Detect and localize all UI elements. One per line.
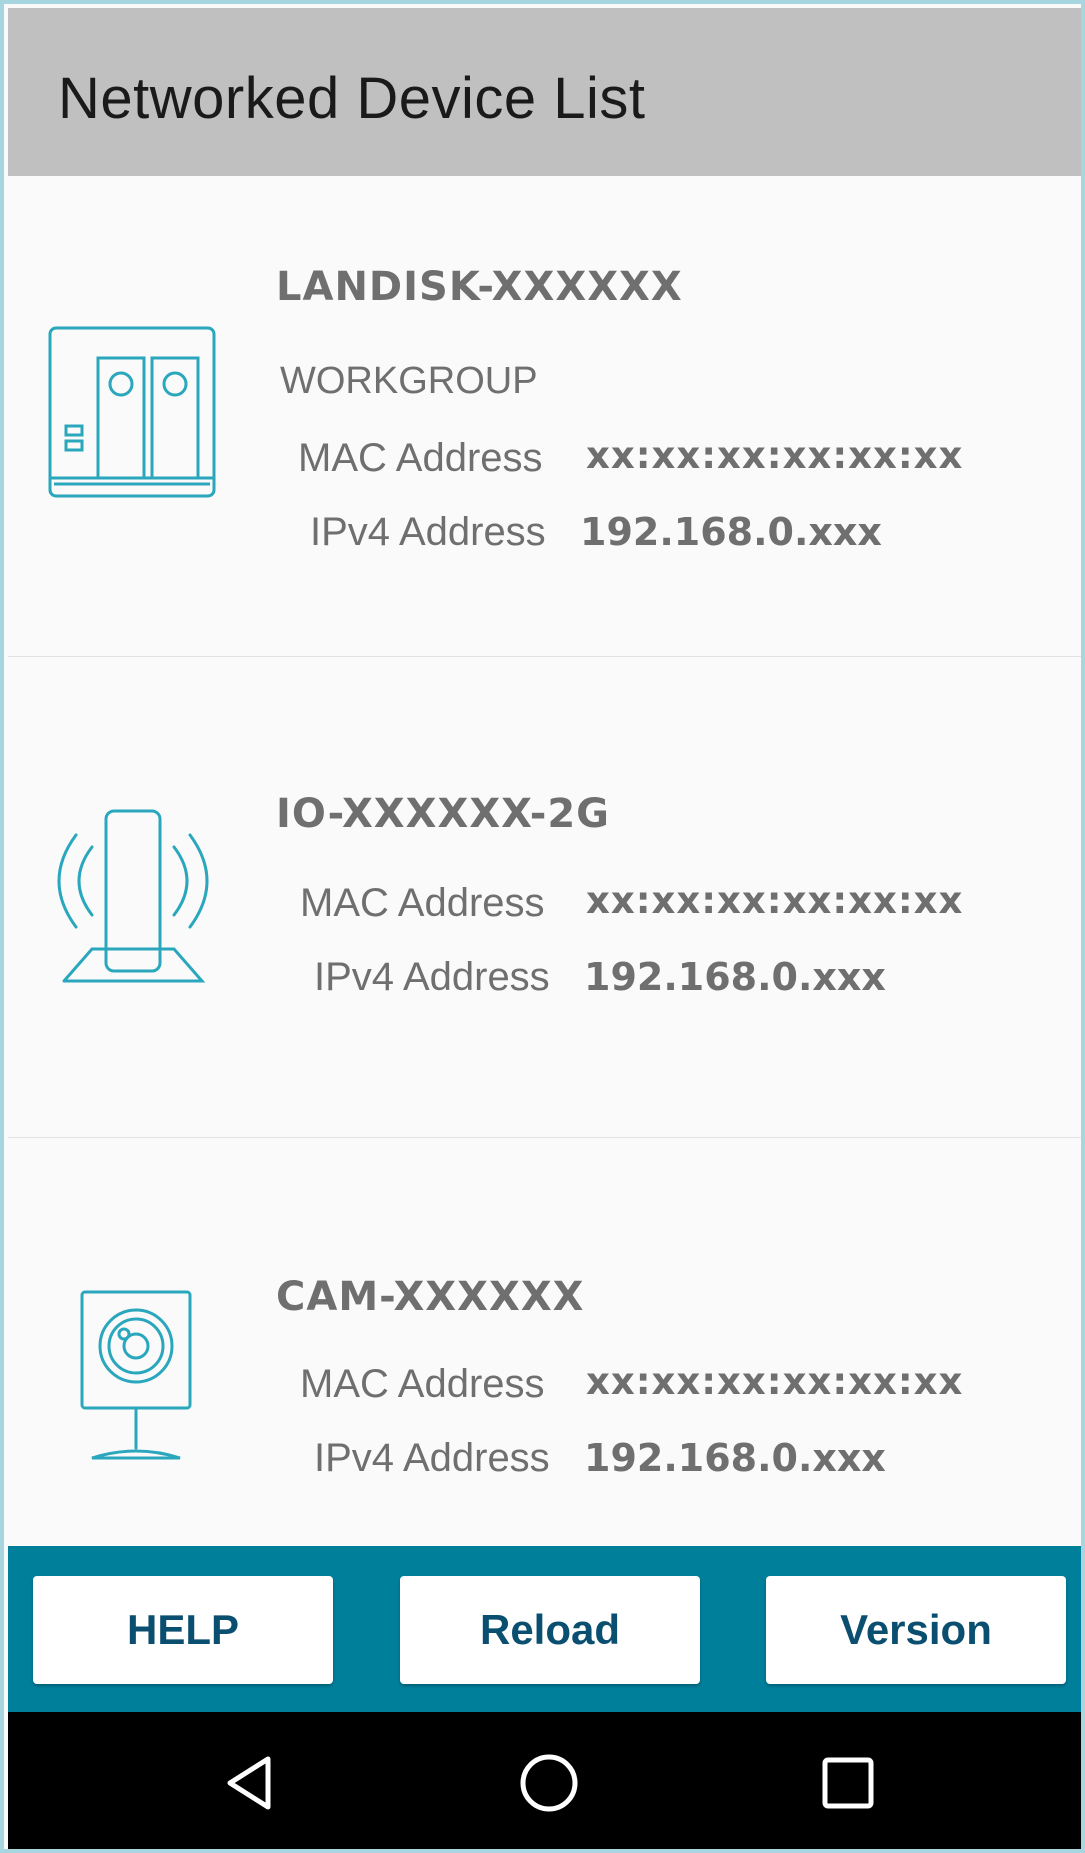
device-name: CAM-XXXXXX (276, 1274, 585, 1320)
list-item-device-router[interactable]: IO-XXXXXX-2G MAC Address xx:xx:xx:xx:xx:… (8, 657, 1081, 1138)
camera-icon (78, 1288, 194, 1467)
app-window: Networked Device List LANDISK-XXXXXX WOR… (0, 0, 1085, 1853)
back-triangle-icon[interactable] (190, 1712, 310, 1849)
mac-address-value: xx:xx:xx:xx:xx:xx (586, 1360, 964, 1403)
ipv4-address-label: IPv4 Address (314, 1436, 550, 1480)
list-item-device-camera[interactable]: CAM-XXXXXX MAC Address xx:xx:xx:xx:xx:xx… (8, 1138, 1081, 1546)
system-navigation-bar (8, 1712, 1081, 1849)
reload-button[interactable]: Reload (400, 1576, 700, 1684)
app-header: Networked Device List (8, 8, 1081, 176)
version-button[interactable]: Version (766, 1576, 1066, 1684)
list-item-device-nas[interactable]: LANDISK-XXXXXX WORKGROUP MAC Address xx:… (8, 176, 1081, 657)
mac-address-value: xx:xx:xx:xx:xx:xx (586, 879, 964, 922)
ipv4-address-label: IPv4 Address (314, 955, 550, 999)
ipv4-address-label: IPv4 Address (310, 510, 546, 554)
ipv4-address-value: 192.168.0.xxx (580, 510, 882, 554)
mac-address-label: MAC Address (300, 881, 545, 925)
device-workgroup: WORKGROUP (280, 360, 538, 402)
home-circle-icon[interactable] (489, 1712, 609, 1849)
device-list: LANDISK-XXXXXX WORKGROUP MAC Address xx:… (8, 176, 1081, 1546)
mac-address-value: xx:xx:xx:xx:xx:xx (586, 434, 964, 477)
recents-square-icon[interactable] (788, 1712, 908, 1849)
ipv4-address-value: 192.168.0.xxx (584, 955, 886, 999)
mac-address-label: MAC Address (298, 436, 543, 480)
wireless-router-icon (50, 805, 222, 990)
device-name: LANDISK-XXXXXX (276, 264, 683, 310)
nas-icon (46, 322, 218, 505)
ipv4-address-value: 192.168.0.xxx (584, 1436, 886, 1480)
device-name: IO-XXXXXX-2G (276, 791, 611, 837)
help-button[interactable]: HELP (33, 1576, 333, 1684)
bottom-toolbar: HELP Reload Version (8, 1546, 1081, 1712)
mac-address-label: MAC Address (300, 1362, 545, 1406)
page-title: Networked Device List (58, 66, 646, 131)
